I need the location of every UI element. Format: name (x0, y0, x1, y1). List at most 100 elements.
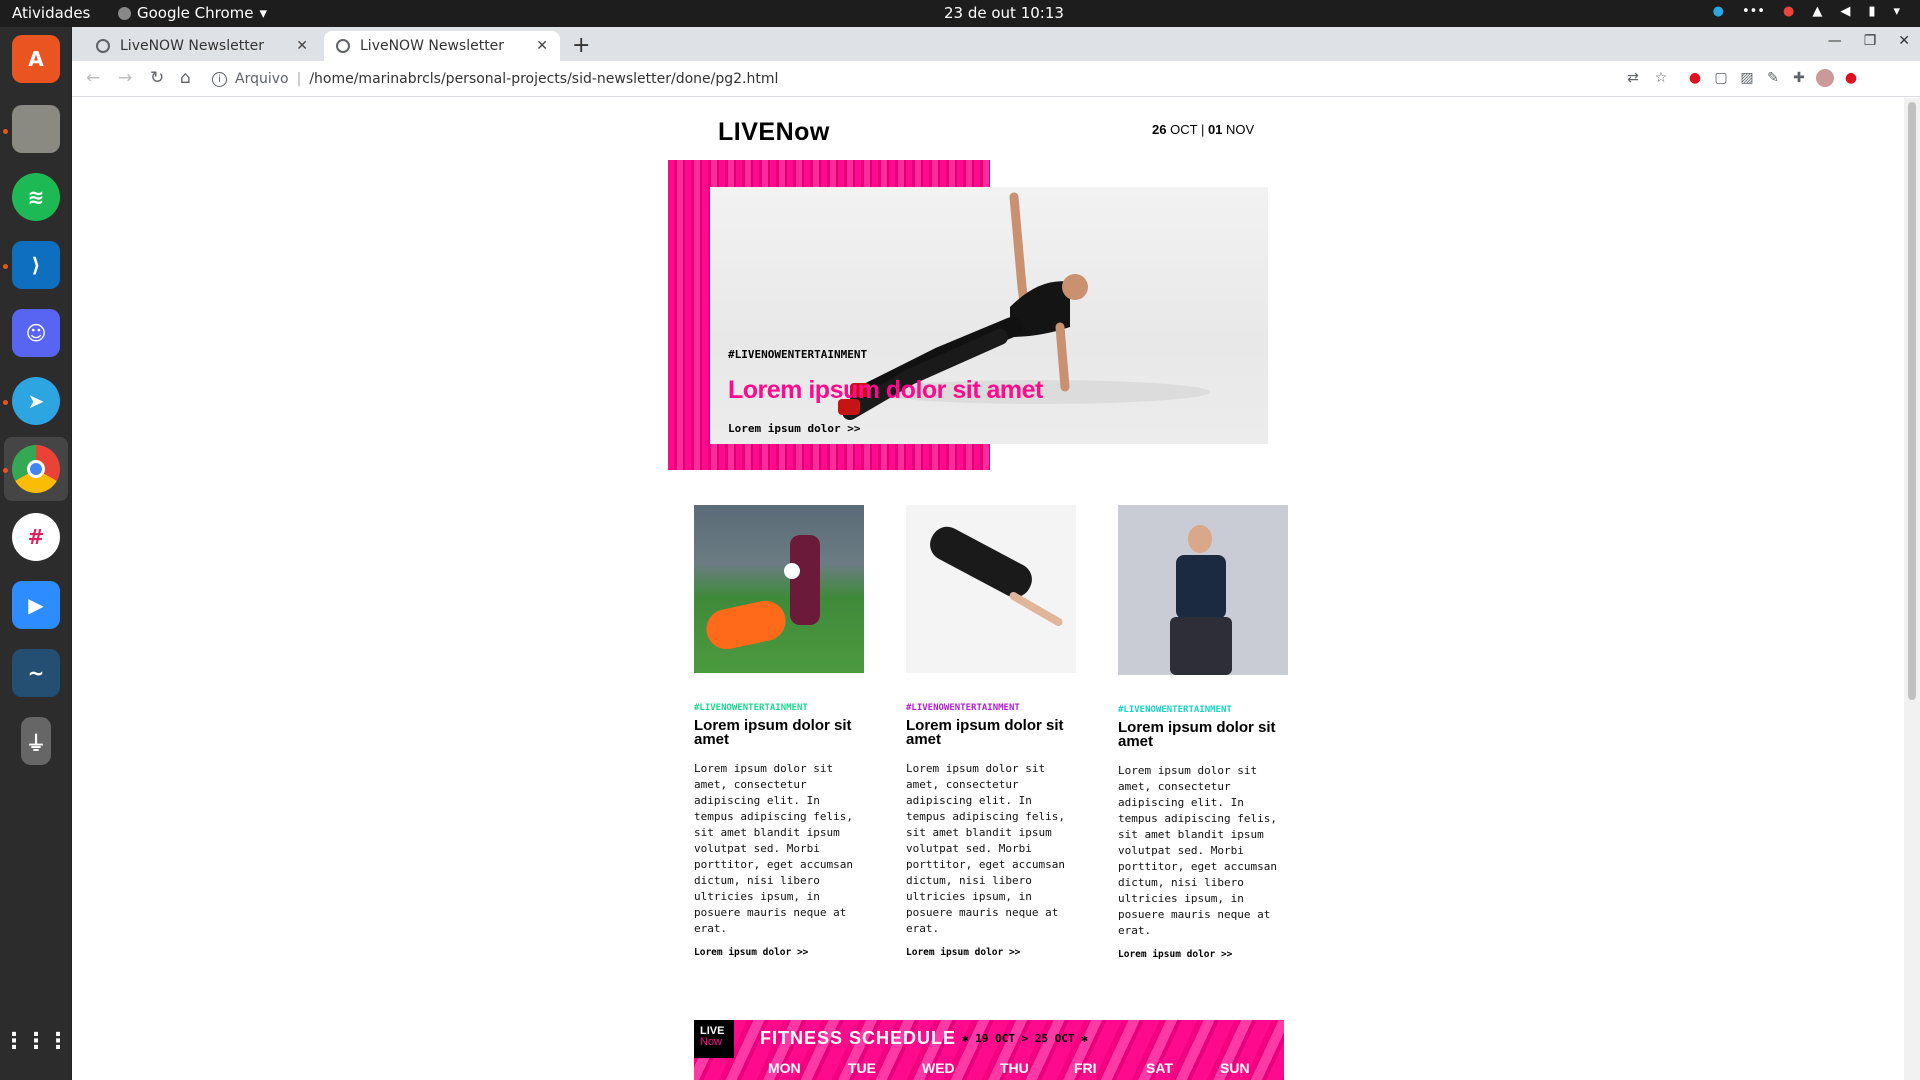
usb-drive-icon[interactable]: ⏚ (21, 717, 51, 765)
new-tab-button[interactable]: + (572, 33, 590, 58)
vscode-icon[interactable]: ⟩ (12, 241, 60, 289)
opera-extension-icon[interactable]: ● (1686, 69, 1704, 87)
article-read-more-link[interactable]: Lorem ipsum dolor >> (1118, 949, 1290, 960)
extension-icon[interactable]: ▨ (1738, 69, 1756, 87)
chrome-icon[interactable] (12, 445, 60, 493)
start-day: 26 (1152, 122, 1167, 137)
tab-newsletter-1[interactable]: LiveNOW Newsletter ✕ (84, 31, 320, 61)
translate-icon[interactable]: ⇄ (1624, 69, 1642, 87)
tab-strip: LiveNOW Newsletter ✕ LiveNOW Newsletter … (72, 27, 1920, 61)
puzzle-icon[interactable]: ✚ (1790, 69, 1808, 87)
app-menu-label: Google Chrome (137, 4, 254, 22)
mysql-workbench-icon[interactable]: ~ (12, 649, 60, 697)
activities-button[interactable]: Atividades (12, 4, 90, 22)
address-bar[interactable]: i Arquivo | /home/marinabrcls/personal-p… (212, 66, 1492, 92)
discord-icon[interactable]: ☺ (12, 309, 60, 357)
chrome-tray-icon[interactable]: ● (1783, 4, 1794, 19)
globe-icon (336, 39, 350, 53)
running-indicator (3, 264, 8, 269)
more-tray-icon[interactable]: ••• (1742, 4, 1765, 19)
chevron-down-icon[interactable]: ▾ (1893, 4, 1900, 19)
hero-athlete-figure (838, 192, 1210, 420)
volume-icon[interactable]: ◀ (1840, 4, 1850, 19)
day-label: MON (768, 1060, 801, 1076)
home-icon[interactable]: ⌂ (180, 68, 191, 88)
url-text[interactable]: /home/marinabrcls/personal-projects/sid-… (309, 71, 778, 87)
update-menu-icon[interactable]: ● (1842, 69, 1860, 87)
hero-photo (710, 187, 1268, 444)
software-center-icon[interactable]: A (12, 35, 60, 83)
article-title[interactable]: Lorem ipsum dolor sit amet (694, 718, 866, 747)
logo-now: Now (775, 118, 830, 146)
url-separator: | (296, 71, 302, 87)
article-tag: #LIVENOWENTERTAINMENT (1118, 705, 1232, 715)
article-body: Lorem ipsum dolor sit amet, consectetur … (906, 762, 1065, 935)
hero-read-more-link[interactable]: Lorem ipsum dolor >> (728, 422, 860, 435)
article-title[interactable]: Lorem ipsum dolor sit amet (906, 718, 1078, 747)
schedule-logo-now: Now (700, 1036, 723, 1048)
schedule-logo: LIVE Now (694, 1020, 734, 1058)
back-icon[interactable]: ← (86, 68, 100, 88)
date-separator: | (1200, 122, 1205, 137)
extension-icon[interactable]: ▢ (1712, 69, 1730, 87)
slack-icon[interactable]: # (12, 513, 60, 561)
livenow-logo: LIVENow (718, 118, 830, 147)
tab-newsletter-2[interactable]: LiveNOW Newsletter ✕ (324, 31, 560, 61)
eyedropper-icon[interactable]: ✎ (1764, 69, 1782, 87)
close-window-icon[interactable]: ✕ (1898, 33, 1910, 49)
article-card: #LIVENOWENTERTAINMENT Lorem ipsum dolor … (906, 505, 1078, 958)
day-label: FRI (1074, 1060, 1097, 1076)
page-scrollbar[interactable] (1904, 98, 1920, 1080)
end-day: 01 (1207, 122, 1223, 137)
minimize-icon[interactable]: — (1828, 33, 1842, 49)
url-scheme: Arquivo (235, 71, 289, 87)
article-read-more-link[interactable]: Lorem ipsum dolor >> (906, 947, 1078, 958)
hero-tag: #LIVENOWENTERTAINMENT (728, 348, 868, 361)
dancer-head (1188, 525, 1212, 553)
stretching-figure (924, 521, 1038, 603)
day-label: THU (1000, 1060, 1029, 1076)
spotify-icon[interactable]: ≋ (12, 173, 60, 221)
dock: A ≋ ⟩ ☺ ➤ # ▶ ~ ⏚ ⋮⋮⋮ (0, 27, 72, 1080)
article-tag: #LIVENOWENTERTAINMENT (906, 703, 1020, 713)
restore-icon[interactable]: ❐ (1864, 33, 1877, 49)
article-tag: #LIVENOWENTERTAINMENT (694, 703, 808, 713)
show-applications-icon[interactable]: ⋮⋮⋮ (3, 1017, 69, 1065)
dancer-legs (1170, 617, 1232, 675)
forward-icon[interactable]: → (118, 68, 132, 88)
hero-title[interactable]: Lorem ipsum dolor sit amet (728, 376, 1043, 405)
clock[interactable]: 23 de out 10:13 (944, 4, 1064, 22)
app-menu[interactable]: Google Chrome ▾ (118, 4, 267, 22)
window-controls: — ❐ ✕ (1828, 33, 1910, 49)
article-body: Lorem ipsum dolor sit amet, consectetur … (694, 762, 853, 935)
system-top-bar: Atividades Google Chrome ▾ 23 de out 10:… (0, 0, 1920, 27)
tab-label: LiveNOW Newsletter (360, 38, 505, 54)
zoom-icon[interactable]: ▶ (12, 581, 60, 629)
reload-icon[interactable]: ↻ (150, 68, 164, 88)
bookmark-star-icon[interactable]: ☆ (1652, 69, 1670, 87)
telegram-tray-icon[interactable]: ● (1713, 4, 1724, 19)
files-icon[interactable] (12, 105, 60, 153)
close-tab-icon[interactable]: ✕ (536, 38, 548, 54)
newsletter-page: LIVENow 26 OCT | 01 NOV #LIVENOWENTERTAI… (72, 98, 1904, 1080)
info-icon[interactable]: i (212, 71, 227, 87)
wifi-icon[interactable]: ▲ (1812, 4, 1822, 19)
profile-avatar[interactable] (1816, 69, 1834, 87)
system-tray[interactable]: ● ••• ● ▲ ◀ ▮ ▾ (1713, 4, 1900, 19)
running-indicator (3, 468, 8, 473)
day-label: SUN (1220, 1060, 1250, 1076)
day-label: SAT (1146, 1060, 1173, 1076)
scrollbar-thumb[interactable] (1908, 102, 1916, 700)
goalkeeper-figure (702, 597, 790, 653)
battery-icon[interactable]: ▮ (1868, 4, 1875, 19)
telegram-icon[interactable]: ➤ (12, 377, 60, 425)
soccer-photo (694, 505, 864, 673)
article-title[interactable]: Lorem ipsum dolor sit amet (1118, 720, 1290, 749)
running-indicator (3, 400, 8, 405)
close-tab-icon[interactable]: ✕ (296, 38, 308, 54)
tab-label: LiveNOW Newsletter (120, 38, 265, 54)
day-label: TUE (848, 1060, 876, 1076)
ball-figure (784, 563, 800, 579)
article-read-more-link[interactable]: Lorem ipsum dolor >> (694, 947, 866, 958)
globe-icon (96, 39, 110, 53)
